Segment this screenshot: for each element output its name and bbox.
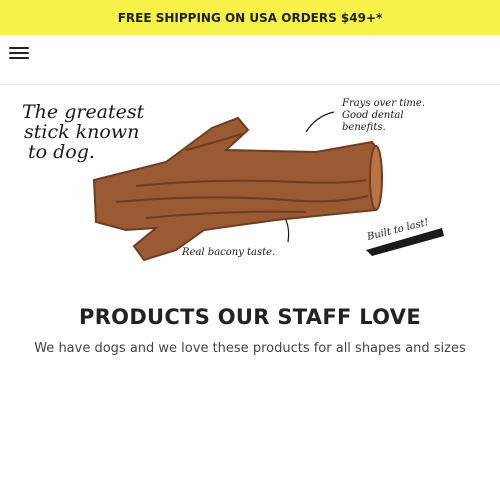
section-subtitle: We have dogs and we love these products … <box>34 341 466 356</box>
promo-text: FREE SHIPPING ON USA ORDERS $49+* <box>117 10 383 25</box>
tagline-line1: The greatest <box>22 101 145 123</box>
section-title: PRODUCTS OUR STAFF LOVE <box>79 305 421 329</box>
site-header <box>0 35 500 85</box>
tagline-line3: to dog. <box>28 141 95 163</box>
tagline-line2: stick known <box>24 121 139 143</box>
stick-illustration: The greatest stick known to dog. Frays o… <box>22 98 444 262</box>
note-frays-line2: Good dental <box>342 110 404 121</box>
note-bacony-taste: Real bacony taste. <box>181 247 275 258</box>
note-frays-line3: benefits. <box>342 122 386 133</box>
note-frays-line1: Frays over time. <box>341 98 425 109</box>
hamburger-menu-icon[interactable] <box>8 45 30 61</box>
hero-banner[interactable]: The greatest stick known to dog. Frays o… <box>16 90 484 290</box>
promo-bar: FREE SHIPPING ON USA ORDERS $49+* <box>0 0 500 35</box>
